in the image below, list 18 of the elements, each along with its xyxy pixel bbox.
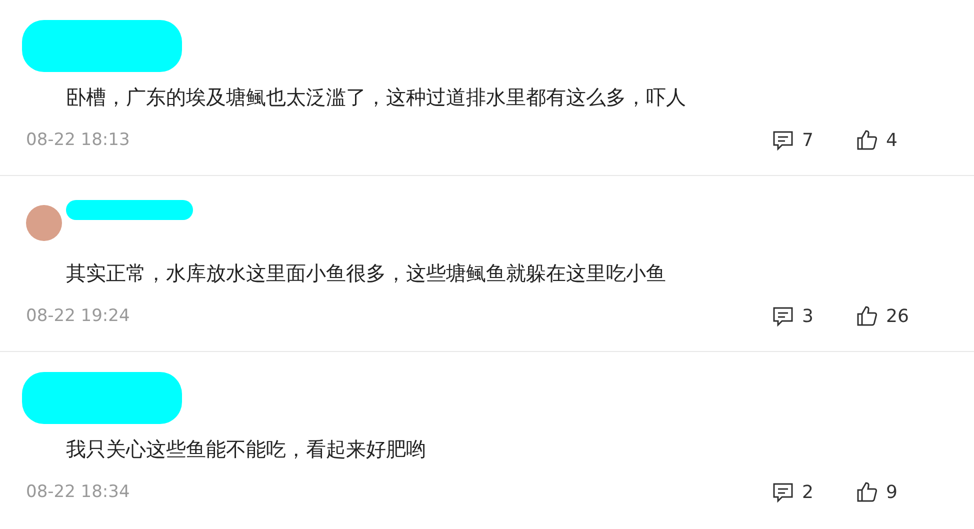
like-count: 26 — [886, 306, 909, 326]
reply-count: 7 — [802, 130, 814, 150]
like-count: 9 — [886, 482, 898, 502]
comment-text: 卧槽，广东的埃及塘鲺也太泛滥了，这种过道排水里都有这么多，吓人 — [66, 84, 687, 111]
comment-time: 08-22 19:24 — [26, 306, 131, 326]
comment-icon[interactable] — [772, 481, 794, 503]
comment-time: 08-22 18:34 — [26, 482, 131, 502]
thumbs-up-icon[interactable] — [856, 305, 878, 327]
thumbs-up-icon[interactable] — [856, 129, 878, 151]
comment-text: 其实正常，水库放水这里面小鱼很多，这些塘鲺鱼就躲在这里吃小鱼 — [66, 260, 667, 287]
thumbs-up-icon[interactable] — [856, 481, 878, 503]
comment-text: 我只关心这些鱼能不能吃，看起来好肥哟 — [66, 436, 427, 463]
comment-icon[interactable] — [772, 129, 794, 151]
comment-icon[interactable] — [772, 305, 794, 327]
reply-count: 2 — [802, 482, 814, 502]
comment-time: 08-22 18:13 — [26, 130, 131, 150]
like-count: 4 — [886, 130, 898, 150]
reply-count: 3 — [802, 306, 814, 326]
